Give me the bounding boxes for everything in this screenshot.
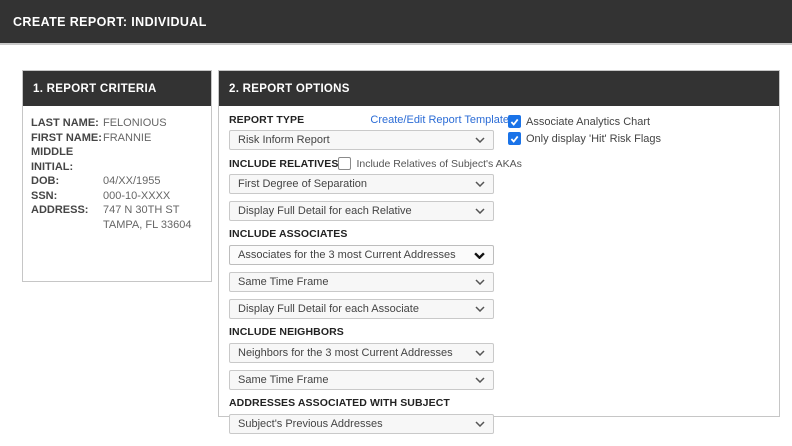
include-akas-label: Include Relatives of Subject's AKAs (356, 158, 521, 170)
page-title: CREATE REPORT: INDIVIDUAL (0, 15, 207, 29)
include-relatives-row: INCLUDE RELATIVES Include Relatives of S… (229, 157, 509, 170)
title-bar: CREATE REPORT: INDIVIDUAL (0, 0, 792, 45)
options-right-column: Associate Analytics Chart Only display '… (508, 115, 661, 145)
field-label: DOB: (31, 174, 103, 189)
field-label: ADDRESS: (31, 203, 103, 218)
associates-addresses-select[interactable]: Associates for the 3 most Current Addres… (229, 245, 494, 265)
criteria-row-ssn: SSN: 000-10-XXXX (31, 189, 203, 204)
report-criteria-content: LAST NAME: FELONIOUS FIRST NAME: FRANNIE… (23, 106, 211, 242)
report-criteria-title: 1. REPORT CRITERIA (33, 83, 157, 95)
chevron-down-icon (475, 306, 485, 312)
options-left-column: REPORT TYPE Create/Edit Report Template … (229, 114, 509, 434)
checkmark-icon (510, 135, 519, 143)
report-criteria-header: 1. REPORT CRITERIA (23, 71, 211, 106)
select-value: Risk Inform Report (238, 134, 330, 146)
report-options-header: 2. REPORT OPTIONS (219, 71, 779, 106)
analytics-chart-row: Associate Analytics Chart (508, 115, 661, 128)
create-edit-template-link[interactable]: Create/Edit Report Template (370, 114, 509, 126)
criteria-row-last-name: LAST NAME: FELONIOUS (31, 116, 203, 131)
field-label: FIRST NAME: (31, 131, 103, 146)
associate-analytics-label: Associate Analytics Chart (526, 116, 650, 128)
field-value: TAMPA, FL 33604 (103, 218, 191, 233)
chevron-down-icon (475, 208, 485, 214)
field-label: SSN: (31, 189, 103, 204)
report-type-select[interactable]: Risk Inform Report (229, 130, 494, 150)
include-neighbors-label: INCLUDE NEIGHBORS (229, 326, 509, 338)
addresses-associated-label: ADDRESSES ASSOCIATED WITH SUBJECT (229, 397, 509, 409)
report-options-panel: 2. REPORT OPTIONS REPORT TYPE Create/Edi… (218, 70, 780, 417)
criteria-row-first-name: FIRST NAME: FRANNIE (31, 131, 203, 146)
hit-risk-flags-label: Only display 'Hit' Risk Flags (526, 133, 661, 145)
include-relatives-label: INCLUDE RELATIVES (229, 158, 338, 170)
chevron-down-icon (475, 421, 485, 427)
field-value: 747 N 30TH ST (103, 203, 179, 218)
neighbors-timeframe-select[interactable]: Same Time Frame (229, 370, 494, 390)
report-type-label: REPORT TYPE (229, 114, 304, 126)
select-value: Neighbors for the 3 most Current Address… (238, 347, 453, 359)
criteria-row-middle-initial: MIDDLE INITIAL: (31, 145, 203, 174)
field-value: 04/XX/1955 (103, 174, 161, 189)
associates-detail-select[interactable]: Display Full Detail for each Associate (229, 299, 494, 319)
report-options-content: REPORT TYPE Create/Edit Report Template … (219, 106, 779, 446)
hit-risk-flags-checkbox[interactable] (508, 132, 521, 145)
associates-timeframe-select[interactable]: Same Time Frame (229, 272, 494, 292)
criteria-row-address: ADDRESS: 747 N 30TH ST (31, 203, 203, 218)
select-value: Same Time Frame (238, 276, 328, 288)
select-value: Display Full Detail for each Relative (238, 205, 412, 217)
select-value: First Degree of Separation (238, 178, 367, 190)
field-value: FRANNIE (103, 131, 151, 146)
chevron-down-icon (475, 279, 485, 285)
include-associates-label: INCLUDE ASSOCIATES (229, 228, 509, 240)
chevron-down-icon (475, 377, 485, 383)
hit-risk-flags-row: Only display 'Hit' Risk Flags (508, 132, 661, 145)
subject-addresses-select[interactable]: Subject's Previous Addresses (229, 414, 494, 434)
page: CREATE REPORT: INDIVIDUAL 1. REPORT CRIT… (0, 0, 792, 446)
select-value: Associates for the 3 most Current Addres… (238, 249, 456, 261)
field-label: LAST NAME: (31, 116, 103, 131)
criteria-row-dob: DOB: 04/XX/1955 (31, 174, 203, 189)
checkmark-icon (510, 118, 519, 126)
chevron-down-icon (474, 252, 485, 259)
associate-analytics-checkbox[interactable] (508, 115, 521, 128)
chevron-down-icon (475, 350, 485, 356)
relatives-degree-select[interactable]: First Degree of Separation (229, 174, 494, 194)
report-criteria-panel: 1. REPORT CRITERIA LAST NAME: FELONIOUS … (22, 70, 212, 282)
criteria-row-address-line2: TAMPA, FL 33604 (31, 218, 203, 233)
chevron-down-icon (475, 137, 485, 143)
neighbors-addresses-select[interactable]: Neighbors for the 3 most Current Address… (229, 343, 494, 363)
field-label: MIDDLE INITIAL: (31, 145, 103, 174)
chevron-down-icon (475, 181, 485, 187)
relatives-detail-select[interactable]: Display Full Detail for each Relative (229, 201, 494, 221)
report-type-row: REPORT TYPE Create/Edit Report Template (229, 114, 509, 126)
include-akas-checkbox[interactable] (338, 157, 351, 170)
field-value: FELONIOUS (103, 116, 167, 131)
select-value: Display Full Detail for each Associate (238, 303, 419, 315)
report-options-title: 2. REPORT OPTIONS (229, 83, 350, 95)
field-label (31, 218, 103, 233)
select-value: Subject's Previous Addresses (238, 418, 383, 430)
select-value: Same Time Frame (238, 374, 328, 386)
akas-checkbox-row: Include Relatives of Subject's AKAs (338, 157, 521, 170)
field-value: 000-10-XXXX (103, 189, 170, 204)
